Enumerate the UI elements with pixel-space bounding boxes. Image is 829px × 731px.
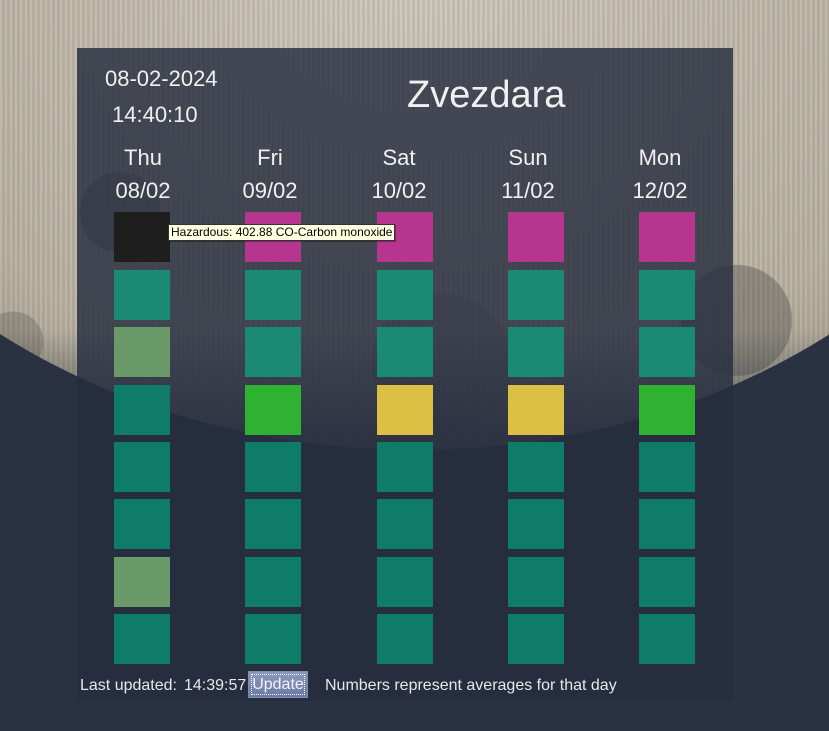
pollutant-cell[interactable]	[114, 442, 170, 492]
pollutant-cell[interactable]	[245, 327, 301, 377]
pollutant-cell[interactable]	[245, 442, 301, 492]
pollutant-cell[interactable]	[114, 385, 170, 435]
pollutant-cell[interactable]	[114, 270, 170, 320]
last-updated-time: 14:39:57	[184, 677, 247, 694]
day-header-thu: Thu 08/02	[103, 141, 183, 207]
pollutant-cell[interactable]	[639, 270, 695, 320]
pollutant-cell[interactable]	[508, 270, 564, 320]
pollutant-cell[interactable]	[508, 327, 564, 377]
day-header-sun: Sun 11/02	[488, 141, 568, 207]
station-title: Zvezdara	[407, 74, 566, 116]
pollutant-cell[interactable]	[377, 327, 433, 377]
pollutant-cell[interactable]	[245, 270, 301, 320]
day-date: 10/02	[371, 178, 427, 203]
pollutant-cell[interactable]	[245, 385, 301, 435]
day-date: 12/02	[632, 178, 688, 203]
current-time: 14:40:10	[112, 102, 198, 127]
pollutant-cell[interactable]	[377, 557, 433, 607]
pollutant-cell[interactable]	[508, 385, 564, 435]
pollutant-cell[interactable]	[245, 557, 301, 607]
day-weekday: Sun	[508, 145, 548, 170]
pollutant-cell[interactable]	[508, 557, 564, 607]
pollutant-cell[interactable]	[508, 212, 564, 262]
pollutant-cell[interactable]	[377, 385, 433, 435]
pollutant-cell[interactable]	[508, 442, 564, 492]
day-weekday: Mon	[638, 145, 682, 170]
pollutant-cell[interactable]	[245, 614, 301, 664]
day-date: 11/02	[501, 178, 555, 203]
pollutant-cell[interactable]	[114, 499, 170, 549]
current-date: 08-02-2024	[105, 66, 218, 91]
day-weekday: Fri	[257, 145, 283, 170]
pollutant-cell[interactable]	[639, 614, 695, 664]
pollutant-cell[interactable]	[245, 499, 301, 549]
day-header-mon: Mon 12/02	[620, 141, 700, 207]
pollutant-cell[interactable]	[114, 327, 170, 377]
pollutant-cell[interactable]	[508, 614, 564, 664]
averages-note: Numbers represent averages for that day	[325, 677, 617, 694]
pollutant-cell[interactable]	[639, 385, 695, 435]
pollutant-cell[interactable]	[639, 327, 695, 377]
day-header-fri: Fri 09/02	[230, 141, 310, 207]
pollutant-cell[interactable]	[377, 270, 433, 320]
day-date: 08/02	[115, 178, 171, 203]
pollutant-cell[interactable]	[639, 212, 695, 262]
pollutant-cell[interactable]	[639, 499, 695, 549]
day-date: 09/02	[242, 178, 298, 203]
pollutant-cell[interactable]	[114, 614, 170, 664]
update-button[interactable]: Update	[248, 671, 308, 698]
pollutant-cell[interactable]	[114, 557, 170, 607]
pollutant-cell[interactable]	[114, 212, 170, 262]
app-window: 08-02-2024 14:40:10 Zvezdara Thu 08/02 F…	[0, 0, 829, 731]
day-weekday: Sat	[382, 145, 416, 170]
day-weekday: Thu	[124, 145, 162, 170]
pollutant-cell[interactable]	[377, 499, 433, 549]
pollutant-cell[interactable]	[377, 442, 433, 492]
pollutant-cell[interactable]	[639, 557, 695, 607]
pollutant-cell[interactable]	[508, 499, 564, 549]
day-header-sat: Sat 10/02	[359, 141, 439, 207]
pollutant-cell[interactable]	[639, 442, 695, 492]
last-updated-label: Last updated:	[80, 677, 177, 694]
pollutant-cell[interactable]	[377, 614, 433, 664]
pollutant-tooltip: Hazardous: 402.88 CO-Carbon monoxide	[168, 224, 396, 241]
